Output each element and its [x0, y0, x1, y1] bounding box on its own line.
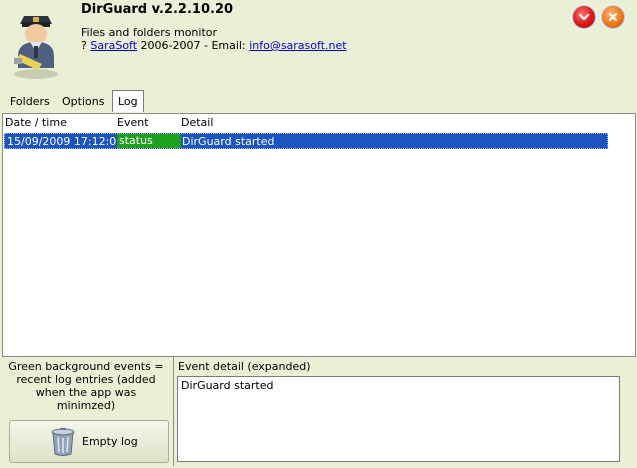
empty-log-button[interactable]: Empty log: [9, 420, 169, 463]
close-icon: [608, 12, 618, 22]
credits-prefix: ?: [81, 39, 91, 52]
security-guard-icon: [14, 16, 58, 79]
log-row-event: status: [117, 134, 181, 148]
log-list[interactable]: Date / time Event Detail 15/09/2009 17:1…: [2, 113, 636, 357]
tab-options[interactable]: Options: [56, 91, 110, 112]
column-header-datetime[interactable]: Date / time: [5, 116, 67, 129]
empty-log-label: Empty log: [82, 435, 138, 448]
legend-text: Green background events = recent log ent…: [8, 360, 164, 412]
minimize-icon: [578, 13, 590, 21]
column-header-detail[interactable]: Detail: [181, 116, 213, 129]
event-detail-title: Event detail (expanded): [178, 360, 311, 373]
event-detail-panel: Event detail (expanded) DirGuard started: [173, 357, 636, 466]
close-button[interactable]: [602, 6, 624, 28]
app-title: DirGuard v.2.2.10.20: [81, 2, 234, 17]
log-row-datetime: 15/09/2009 17:12:07: [7, 135, 124, 148]
app-header: DirGuard v.2.2.10.20 Files and folders m…: [0, 0, 637, 88]
minimize-button[interactable]: [573, 6, 595, 28]
event-detail-text[interactable]: DirGuard started: [177, 376, 620, 462]
log-row-detail: DirGuard started: [182, 135, 275, 148]
column-header-event[interactable]: Event: [117, 116, 149, 129]
legend-panel: Green background events = recent log ent…: [2, 357, 170, 466]
tab-log[interactable]: Log: [112, 90, 144, 112]
app-subtitle: Files and folders monitor: [81, 26, 218, 39]
credits-middle: 2006-2007 - Email:: [137, 39, 250, 52]
credits-line: ? SaraSoft 2006-2007 - Email: info@saras…: [81, 39, 347, 52]
tab-folders[interactable]: Folders: [4, 91, 56, 112]
email-link[interactable]: info@sarasoft.net: [249, 39, 346, 52]
log-row[interactable]: 15/09/2009 17:12:07 status DirGuard star…: [4, 133, 608, 149]
trash-bin-icon: [51, 428, 75, 456]
log-list-header: Date / time Event Detail: [3, 114, 635, 131]
company-link[interactable]: SaraSoft: [90, 39, 137, 52]
